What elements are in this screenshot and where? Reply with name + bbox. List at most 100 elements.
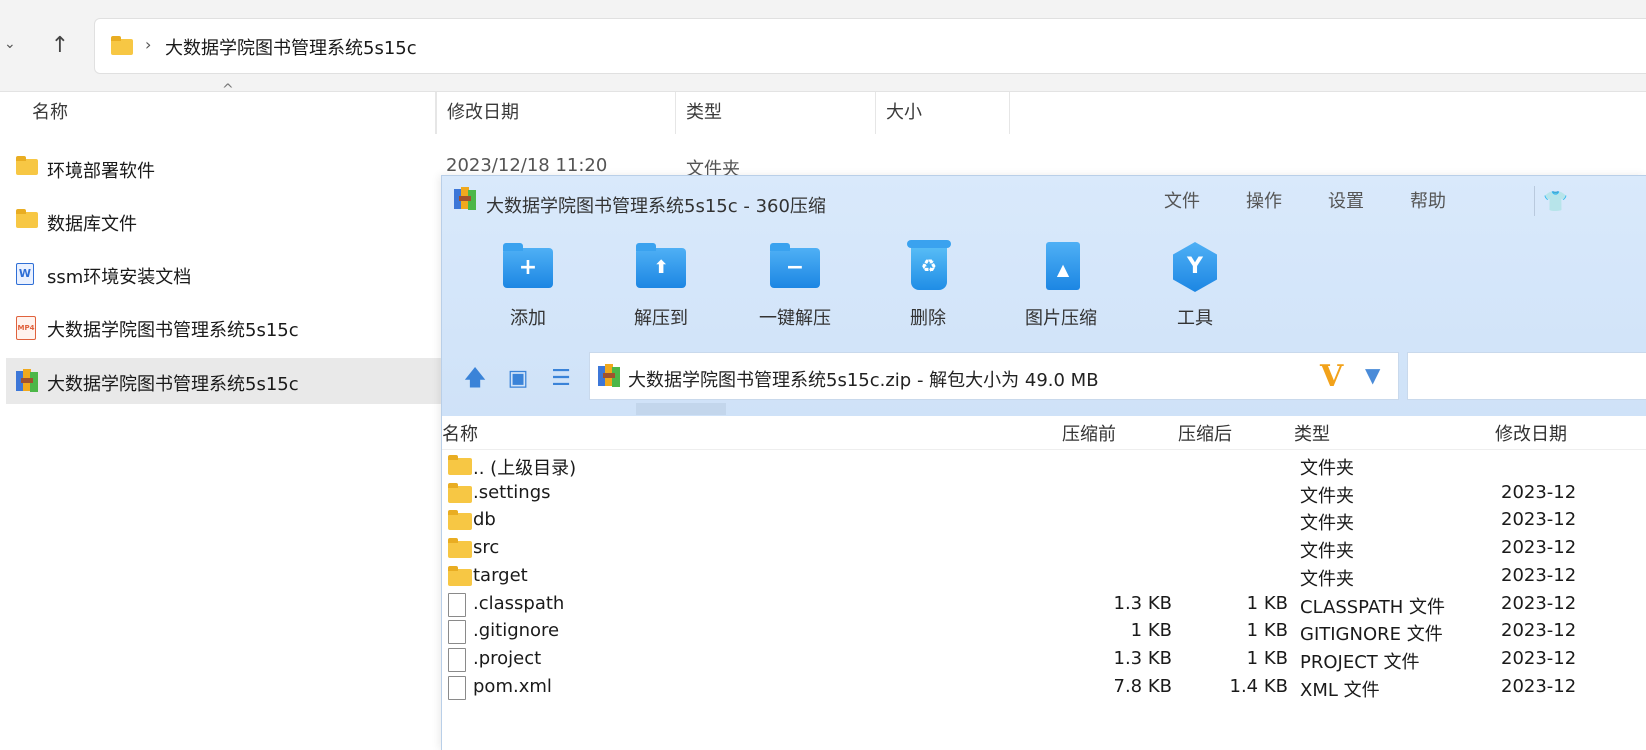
file-type: CLASSPATH 文件 xyxy=(1300,596,1446,618)
delete-icon: ♻ xyxy=(907,240,951,290)
recent-locations-chevron-icon[interactable]: ⌄ xyxy=(4,36,16,52)
menu-operations[interactable]: 操作 xyxy=(1246,187,1282,213)
item-name: ssm环境安装文档 xyxy=(47,267,192,288)
list-item[interactable]: 数据库文件 xyxy=(6,198,442,244)
menu-settings[interactable]: 设置 xyxy=(1328,187,1364,213)
extract-to-icon: ⬆ xyxy=(636,243,686,288)
table-row[interactable]: .classpath 1.3 KB 1 KB CLASSPATH 文件 2023-12 xyxy=(442,590,1646,618)
archive-search-input[interactable] xyxy=(1407,352,1646,400)
column-type[interactable]: 类型 xyxy=(1294,420,1330,446)
archive-header-area: 大数据学院图书管理系统5s15c - 360压缩 文件 操作 设置 帮助 👕 +… xyxy=(442,176,1646,416)
sort-ascending-icon: ^ xyxy=(222,82,234,98)
add-label: 添加 xyxy=(510,308,546,329)
tools-button[interactable]: Y 工具 xyxy=(1140,242,1250,332)
modified-date: 2023-12 xyxy=(1501,675,1577,697)
up-level-icon[interactable]: 🡅 xyxy=(460,364,490,394)
up-arrow-icon[interactable]: ↑ xyxy=(44,30,76,62)
breadcrumb-separator-icon: › xyxy=(145,35,152,54)
file-type: PROJECT 文件 xyxy=(1300,651,1420,673)
zip-archive-icon xyxy=(598,364,620,388)
file-type: 文件夹 xyxy=(1300,568,1354,590)
column-after[interactable]: 压缩后 xyxy=(1178,420,1232,446)
list-view-icon[interactable]: ☰ xyxy=(546,364,576,394)
one-click-extract-button[interactable]: − 一键解压 xyxy=(740,242,850,332)
modified-date: 2023-12 xyxy=(1501,592,1577,614)
one-click-extract-icon: − xyxy=(770,243,820,288)
archive-path-text: 大数据学院图书管理系统5s15c.zip - 解包大小为 49.0 MB xyxy=(628,370,1099,391)
item-name: 大数据学院图书管理系统5s15c xyxy=(47,374,299,395)
table-row[interactable]: db 文件夹 2023-12 xyxy=(442,506,1646,534)
modified-date: 2023-12 xyxy=(1501,647,1577,669)
file-name: db xyxy=(473,509,496,531)
column-name[interactable]: 名称 xyxy=(22,92,436,134)
archive-path-bar[interactable]: 大数据学院图书管理系统5s15c.zip - 解包大小为 49.0 MB V ▼ xyxy=(589,352,1399,400)
menu-help[interactable]: 帮助 xyxy=(1410,187,1446,213)
menu-file[interactable]: 文件 xyxy=(1164,187,1200,213)
delete-label: 删除 xyxy=(910,308,946,329)
folder-icon xyxy=(448,455,472,475)
file-name: .classpath xyxy=(473,592,565,614)
list-item[interactable]: W ssm环境安装文档 xyxy=(6,251,442,297)
file-type: 文件夹 xyxy=(1300,458,1354,479)
tools-icon: Y xyxy=(1173,242,1217,292)
explorer-column-header: 名称 修改日期 类型 大小 xyxy=(0,92,1646,134)
list-item[interactable]: 环境部署软件 xyxy=(6,145,442,191)
view-mode-icon[interactable]: ▣ xyxy=(503,364,533,394)
table-row[interactable]: .project 1.3 KB 1 KB PROJECT 文件 2023-12 xyxy=(442,645,1646,673)
folder-icon xyxy=(16,156,38,175)
file-name: .settings xyxy=(473,481,551,503)
table-row[interactable]: target 文件夹 2023-12 xyxy=(442,562,1646,590)
file-type: 文件夹 xyxy=(1300,513,1354,535)
folder-icon xyxy=(448,538,472,559)
column-size[interactable]: 大小 xyxy=(876,92,1010,134)
explorer-toolbar: ⌄ ↑ › 大数据学院图书管理系统5s15c xyxy=(0,0,1646,92)
column-type[interactable]: 类型 xyxy=(676,92,876,134)
size-after: 1 KB xyxy=(1246,647,1288,669)
column-before[interactable]: 压缩前 xyxy=(1062,420,1116,446)
breadcrumb-path[interactable]: 大数据学院图书管理系统5s15c xyxy=(165,34,417,60)
archive-column-header: 名称 压缩前 压缩后 类型 修改日期 xyxy=(442,416,1646,450)
file-icon xyxy=(448,647,466,672)
folder-icon xyxy=(111,36,133,55)
v-logo-icon[interactable]: V xyxy=(1320,359,1343,394)
tools-label: 工具 xyxy=(1177,308,1213,329)
column-modified[interactable]: 修改日期 xyxy=(436,92,676,134)
list-item[interactable]: MP4 大数据学院图书管理系统5s15c xyxy=(6,304,442,350)
folder-icon xyxy=(448,565,472,586)
table-row[interactable]: .. (上级目录) 文件夹 xyxy=(442,451,1646,479)
list-item-selected[interactable]: 大数据学院图书管理系统5s15c xyxy=(6,358,442,404)
table-row[interactable]: .gitignore 1 KB 1 KB GITIGNORE 文件 2023-12 xyxy=(442,617,1646,645)
table-row[interactable]: pom.xml 7.8 KB 1.4 KB XML 文件 2023-12 xyxy=(442,673,1646,701)
mp4-video-icon: MP4 xyxy=(16,316,36,340)
skin-shirt-icon[interactable]: 👕 xyxy=(1534,186,1568,216)
column-name[interactable]: 名称 xyxy=(442,420,478,446)
file-type: GITIGNORE 文件 xyxy=(1300,624,1443,646)
folder-icon xyxy=(448,510,472,531)
file-name: .gitignore xyxy=(473,620,560,642)
file-name: .project xyxy=(473,647,542,669)
zip-archive-icon xyxy=(16,369,38,393)
column-modified[interactable]: 修改日期 xyxy=(1495,420,1567,446)
size-before: 1 KB xyxy=(1130,620,1172,642)
item-name: 大数据学院图书管理系统5s15c xyxy=(47,320,299,341)
scroll-indicator xyxy=(636,403,726,415)
file-type: XML 文件 xyxy=(1300,679,1380,701)
image-compress-button[interactable]: ▲ 图片压缩 xyxy=(1006,242,1116,332)
modified-date: 2023-12 xyxy=(1501,509,1577,531)
size-after: 1.4 KB xyxy=(1229,675,1289,697)
one-click-extract-label: 一键解压 xyxy=(759,308,831,329)
address-bar[interactable]: › 大数据学院图书管理系统5s15c xyxy=(94,18,1646,74)
extract-to-button[interactable]: ⬆ 解压到 xyxy=(606,242,716,332)
delete-button[interactable]: ♻ 删除 xyxy=(873,240,983,332)
word-doc-icon: W xyxy=(16,263,34,285)
file-icon xyxy=(448,620,466,645)
modified-date: 2023-12 xyxy=(1501,620,1577,642)
size-after: 1 KB xyxy=(1246,592,1288,614)
extract-to-label: 解压到 xyxy=(634,308,688,329)
path-dropdown-icon[interactable]: ▼ xyxy=(1365,363,1380,387)
modified-date: 2023-12 xyxy=(1501,481,1577,503)
add-button[interactable]: + 添加 xyxy=(473,242,583,332)
table-row[interactable]: .settings 文件夹 2023-12 xyxy=(442,479,1646,507)
folder-icon xyxy=(16,209,38,228)
table-row[interactable]: src 文件夹 2023-12 xyxy=(442,534,1646,562)
